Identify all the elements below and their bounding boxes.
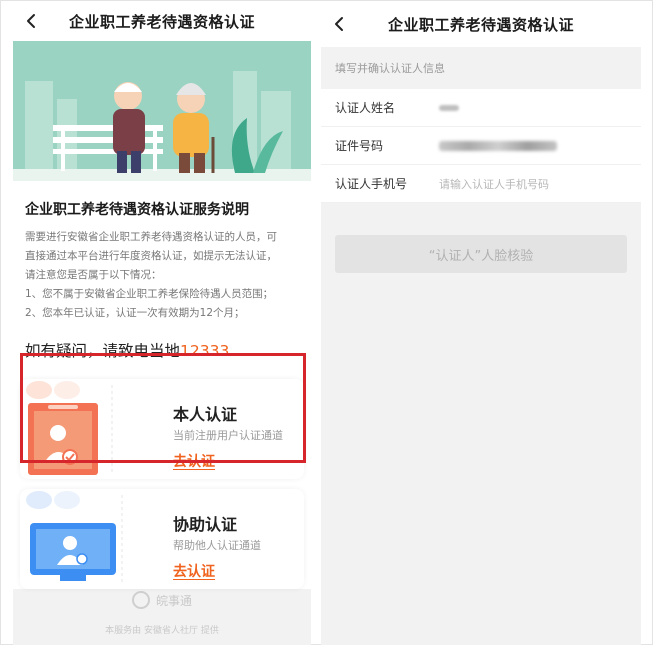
assisted-auth-go-link[interactable]: 去认证 [173, 561, 215, 581]
elderly-couple-banner [13, 41, 311, 181]
wanshitong-logo: 皖事通 [131, 591, 192, 609]
auth-options: 本人认证 当前注册用户认证通道 去认证 协助认证 帮助他人认证通道 去认证 [13, 375, 311, 589]
left-phone-screen: 企业职工养老待遇资格认证 企业职工养老待遇资格认证服务说明 需要进行安徽省企业职… [13, 1, 311, 645]
footer: 皖事通 本服务由 安徽省人社厅 提供 [13, 591, 311, 636]
service-heading: 企业职工养老待遇资格认证服务说明 [25, 202, 249, 218]
footer-credit: 本服务由 安徽省人社厅 提供 [105, 626, 219, 636]
assisted-auth-title: 协助认证 [173, 515, 238, 534]
id-number-row: 证件号码 [321, 127, 641, 165]
page-title: 企业职工养老待遇资格认证 [68, 12, 255, 31]
id-number-label: 证件号码 [335, 139, 384, 153]
face-verify-button[interactable]: “认证人”人脸核验 [335, 235, 627, 273]
nav-bar: 企业职工养老待遇资格认证 [321, 1, 641, 47]
description-line: 需要进行安徽省企业职工养老待遇资格认证的人员，可 [25, 231, 277, 243]
elderly-couple-illustration [13, 41, 311, 181]
assisted-auth-illustration [30, 495, 123, 585]
description-line: 2、您本年已认证，认证一次有效期为12个月； [25, 307, 245, 319]
nav-bar: 企业职工养老待遇资格认证 [13, 1, 311, 41]
assisted-auth-subtitle: 帮助他人认证通道 [173, 539, 261, 552]
self-auth-illustration [28, 385, 113, 475]
phone-input[interactable]: 请输入认证人手机号码 [439, 176, 549, 192]
id-number-value-redacted [439, 140, 557, 151]
logo-mark-icon [131, 591, 150, 609]
section-hint: 填写并确认认证人信息 [321, 47, 641, 89]
assisted-auth-card[interactable]: 协助认证 帮助他人认证通道 去认证 [20, 489, 304, 589]
logo-text: 皖事通 [155, 593, 192, 608]
hotline-number[interactable]: 12333 [180, 342, 229, 360]
contact-hotline: 如有疑问，请致电当地12333 [13, 333, 311, 375]
right-phone-screen: 企业职工养老待遇资格认证 填写并确认认证人信息 认证人姓名 证件号码 认证人手机… [321, 1, 641, 645]
self-auth-card[interactable]: 本人认证 当前注册用户认证通道 去认证 [20, 379, 304, 479]
self-auth-go-link[interactable]: 去认证 [173, 451, 215, 471]
screenshot-canvas: 企业职工养老待遇资格认证 企业职工养老待遇资格认证服务说明 需要进行安徽省企业职… [0, 0, 653, 645]
description-line: 直接通过本平台进行年度资格认证，如提示无法认证， [25, 250, 277, 262]
description-line: 请注意您是否属于以下情况： [25, 269, 162, 281]
back-arrow-icon[interactable] [23, 13, 39, 29]
back-arrow-icon[interactable] [331, 16, 347, 32]
name-row: 认证人姓名 [321, 89, 641, 127]
description-line: 1、您不属于安徽省企业职工养老保险待遇人员范围； [25, 288, 274, 300]
phone-label: 认证人手机号 [335, 177, 408, 191]
self-auth-title: 本人认证 [173, 405, 238, 424]
page-title: 企业职工养老待遇资格认证 [387, 15, 574, 34]
name-value-redacted [439, 104, 459, 111]
contact-text: 如有疑问，请致电当地 [25, 342, 181, 360]
self-auth-subtitle: 当前注册用户认证通道 [173, 429, 283, 442]
phone-row[interactable]: 认证人手机号 请输入认证人手机号码 [321, 165, 641, 203]
name-label: 认证人姓名 [335, 101, 396, 115]
auth-form: 认证人姓名 证件号码 认证人手机号 请输入认证人手机号码 [321, 89, 641, 203]
service-description: 企业职工养老待遇资格认证服务说明 需要进行安徽省企业职工养老待遇资格认证的人员，… [13, 181, 311, 333]
